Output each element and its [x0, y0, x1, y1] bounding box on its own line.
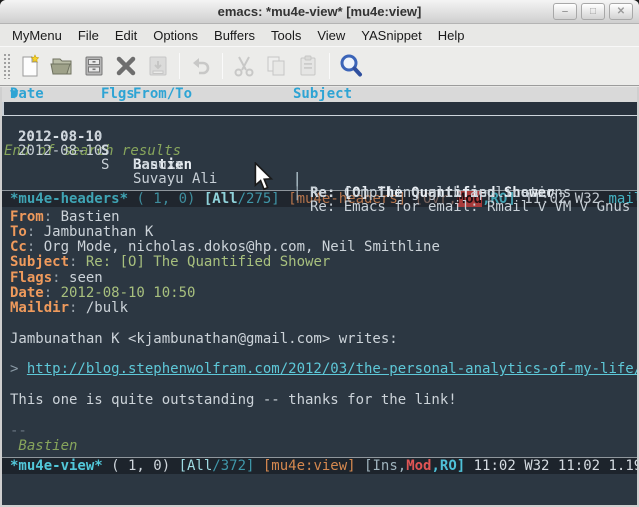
- buffer-name: *mu4e-view*: [10, 458, 103, 474]
- copy-button[interactable]: [260, 50, 292, 82]
- row-flags: S: [101, 158, 109, 172]
- menu-item-edit[interactable]: Edit: [107, 26, 145, 45]
- body-text: This one is quite outstanding -- thanks …: [10, 393, 637, 408]
- menu-item-tools[interactable]: Tools: [263, 26, 309, 45]
- tool-bar: [0, 46, 639, 86]
- message-row[interactable]: 2012-08-10 S Suvayu Ali | Re: Emacs for …: [2, 130, 637, 144]
- view-mode-line: *mu4e-view* ( 1, 0) [All/372] [mu4e:view…: [2, 457, 637, 474]
- blank-line: [10, 347, 637, 362]
- row-separator: |: [293, 186, 301, 200]
- open-folder-icon: [50, 54, 74, 78]
- menu-item-buffers[interactable]: Buffers: [206, 26, 263, 45]
- window-controls: ‒ □ ✕: [553, 3, 633, 20]
- save-as-button[interactable]: [142, 50, 174, 82]
- message-view: From: Bastien To: Jambunathan K Cc: Org …: [2, 207, 637, 457]
- minimize-button[interactable]: ‒: [553, 3, 577, 20]
- column-from[interactable]: From/To: [133, 87, 192, 102]
- cut-button[interactable]: [228, 50, 260, 82]
- column-subject[interactable]: Subject: [293, 87, 352, 102]
- copy-icon: [264, 54, 288, 78]
- new-file-icon: [18, 54, 42, 78]
- blank-line: [10, 317, 637, 332]
- header-field-maildir: Maildir: /bulk: [10, 301, 637, 316]
- save-as-icon: [146, 54, 170, 78]
- open-file-button[interactable]: [46, 50, 78, 82]
- fringe-cursor-marker: [2, 102, 4, 115]
- blank-line: [10, 378, 637, 393]
- row-date: 2012-08-10: [18, 144, 102, 158]
- toolbar-separator: [179, 53, 180, 79]
- emacs-window: emacs: *mu4e-view* [mu4e:view] ‒ □ ✕ MyM…: [0, 0, 639, 507]
- row-subject: Re: Emacs for email: Rmail v VM v Gnus: [310, 200, 630, 214]
- signature-separator: --: [10, 424, 637, 439]
- body-link[interactable]: http://blog.stephenwolfram.com/2012/03/t…: [27, 361, 637, 377]
- emacs-frame: ▼ Date Flgs From/To Subject 2012-08-10 S…: [0, 87, 639, 507]
- body-intro: Jambunathan K <kjambunathan@gmail.com> w…: [10, 332, 637, 347]
- message-row-selected[interactable]: 2012-08-10 S Bastien | Re: [O] The Quant…: [2, 102, 637, 116]
- menu-item-options[interactable]: Options: [145, 26, 206, 45]
- menu-item-view[interactable]: View: [309, 26, 353, 45]
- header-field-subject: Subject: Re: [O] The Quantified Shower: [10, 255, 637, 270]
- header-field-flags: Flags: seen: [10, 271, 637, 286]
- menu-item-yasnippet[interactable]: YASnippet: [353, 26, 429, 45]
- undo-button[interactable]: [185, 50, 217, 82]
- close-button[interactable]: ✕: [609, 3, 633, 20]
- column-flags[interactable]: Flgs: [101, 87, 135, 102]
- search-icon: [338, 53, 364, 79]
- row-separator: |: [293, 172, 301, 186]
- row-subject: Re: Compiling glib applications: [310, 186, 571, 200]
- close-buffer-button[interactable]: [110, 50, 142, 82]
- new-file-button[interactable]: [14, 50, 46, 82]
- titlebar[interactable]: emacs: *mu4e-view* [mu4e:view] ‒ □ ✕: [0, 0, 639, 24]
- save-button[interactable]: [78, 50, 110, 82]
- undo-icon: [189, 54, 213, 78]
- modeline-time: 11:02 W32 11:02 1.19: [465, 458, 637, 474]
- toolbar-separator: [329, 53, 330, 79]
- paste-button[interactable]: [292, 50, 324, 82]
- row-from: Suvayu Ali: [133, 172, 217, 186]
- toolbar-grip[interactable]: [3, 53, 10, 79]
- menu-item-help[interactable]: Help: [430, 26, 473, 45]
- minibuffer[interactable]: [2, 474, 637, 506]
- header-field-cc: Cc: Org Mode, nicholas.dokos@hp.com, Nei…: [10, 240, 637, 255]
- window-title: emacs: *mu4e-view* [mu4e:view]: [0, 4, 639, 19]
- major-mode: [mu4e:view]: [263, 458, 364, 474]
- search-button[interactable]: [335, 50, 367, 82]
- save-icon: [82, 54, 106, 78]
- signature: Bastien: [10, 439, 637, 454]
- headers-column-header: ▼ Date Flgs From/To Subject: [2, 87, 637, 102]
- modified-flag: Mod: [406, 458, 431, 474]
- menu-item-file[interactable]: File: [70, 26, 107, 45]
- menu-bar: MyMenu File Edit Options Buffers Tools V…: [0, 24, 639, 46]
- menu-item-mymenu[interactable]: MyMenu: [4, 26, 70, 45]
- cut-icon: [232, 54, 256, 78]
- blank-line: [10, 408, 637, 423]
- toolbar-separator: [222, 53, 223, 79]
- message-row[interactable]: 2012-08-10 S Lanoxx | Re: Compiling glib…: [2, 116, 637, 130]
- header-field-to: To: Jambunathan K: [10, 225, 637, 240]
- close-x-icon: [114, 54, 138, 78]
- paste-icon: [296, 54, 320, 78]
- maximize-button[interactable]: □: [581, 3, 605, 20]
- quoted-link-line: > http://blog.stephenwolfram.com/2012/03…: [10, 362, 637, 377]
- header-field-date: Date: 2012-08-10 10:50: [10, 286, 637, 301]
- row-from: Lanoxx: [133, 158, 184, 172]
